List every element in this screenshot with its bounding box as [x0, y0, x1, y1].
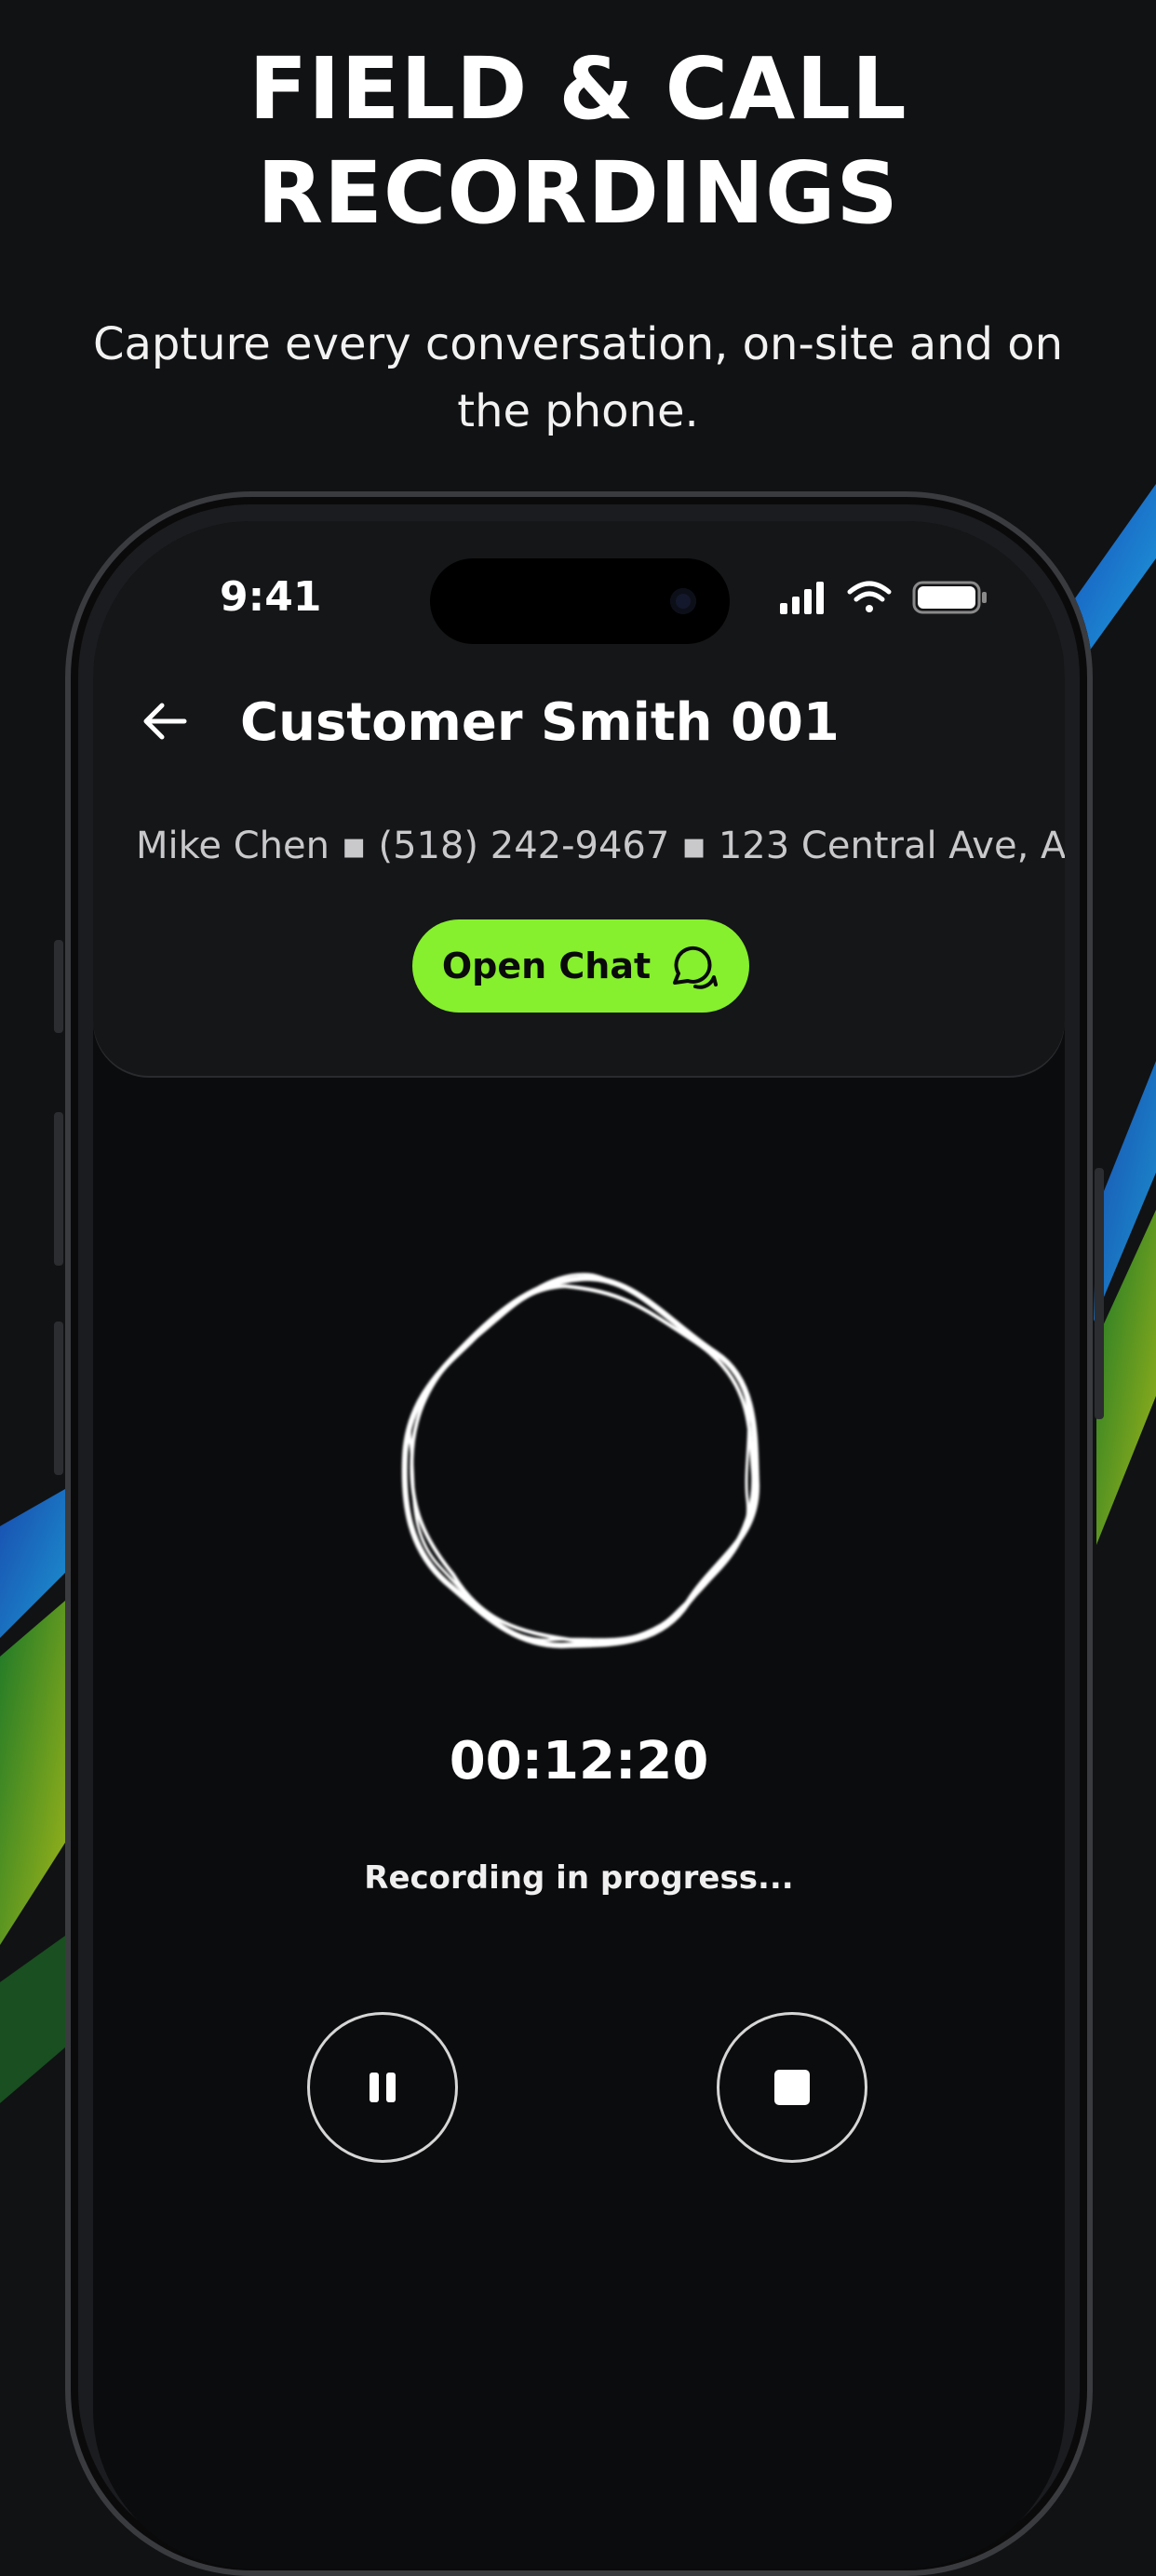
open-chat-button[interactable]: Open Chat	[412, 919, 749, 1013]
back-button[interactable]	[130, 687, 199, 756]
chat-bubbles-icon	[673, 946, 719, 989]
customer-meta: Mike Chen ▪ (518) 242-9467 ▪ 123 Central…	[136, 825, 1065, 867]
record-header-card: 9:41 Customer Smith 001 Mike Chen ▪ (518…	[93, 521, 1065, 1076]
battery-icon	[912, 581, 987, 614]
stop-icon	[774, 2070, 810, 2105]
customer-title: Customer Smith 001	[240, 692, 840, 753]
recording-timer: 00:12:20	[449, 1731, 709, 1791]
open-chat-label: Open Chat	[441, 946, 652, 986]
headline-line-1: FIELD & CALL	[249, 39, 907, 139]
signal-icon	[780, 582, 824, 614]
recording-status: Recording in progress...	[364, 1859, 794, 1897]
phone-volume-up-button	[54, 1112, 63, 1266]
pause-icon	[370, 2073, 396, 2102]
app-screen: 9:41 Customer Smith 001 Mike Chen ▪ (518…	[93, 521, 1065, 2569]
subheadline: Capture every conversation, on-site and …	[92, 318, 1064, 437]
dynamic-island	[430, 558, 730, 644]
phone-action-button	[54, 940, 63, 1033]
status-time: 9:41	[220, 573, 322, 621]
arrow-left-icon	[143, 703, 187, 740]
status-icons	[780, 581, 987, 614]
front-camera	[670, 588, 696, 614]
phone-power-button	[1095, 1168, 1104, 1419]
stop-button[interactable]	[717, 2012, 867, 2163]
pause-button[interactable]	[307, 2012, 458, 2163]
audio-waveform-ring	[401, 1272, 760, 1649]
headline-line-2: RECORDINGS	[257, 143, 899, 243]
wifi-icon	[847, 581, 892, 612]
phone-volume-down-button	[54, 1322, 63, 1475]
